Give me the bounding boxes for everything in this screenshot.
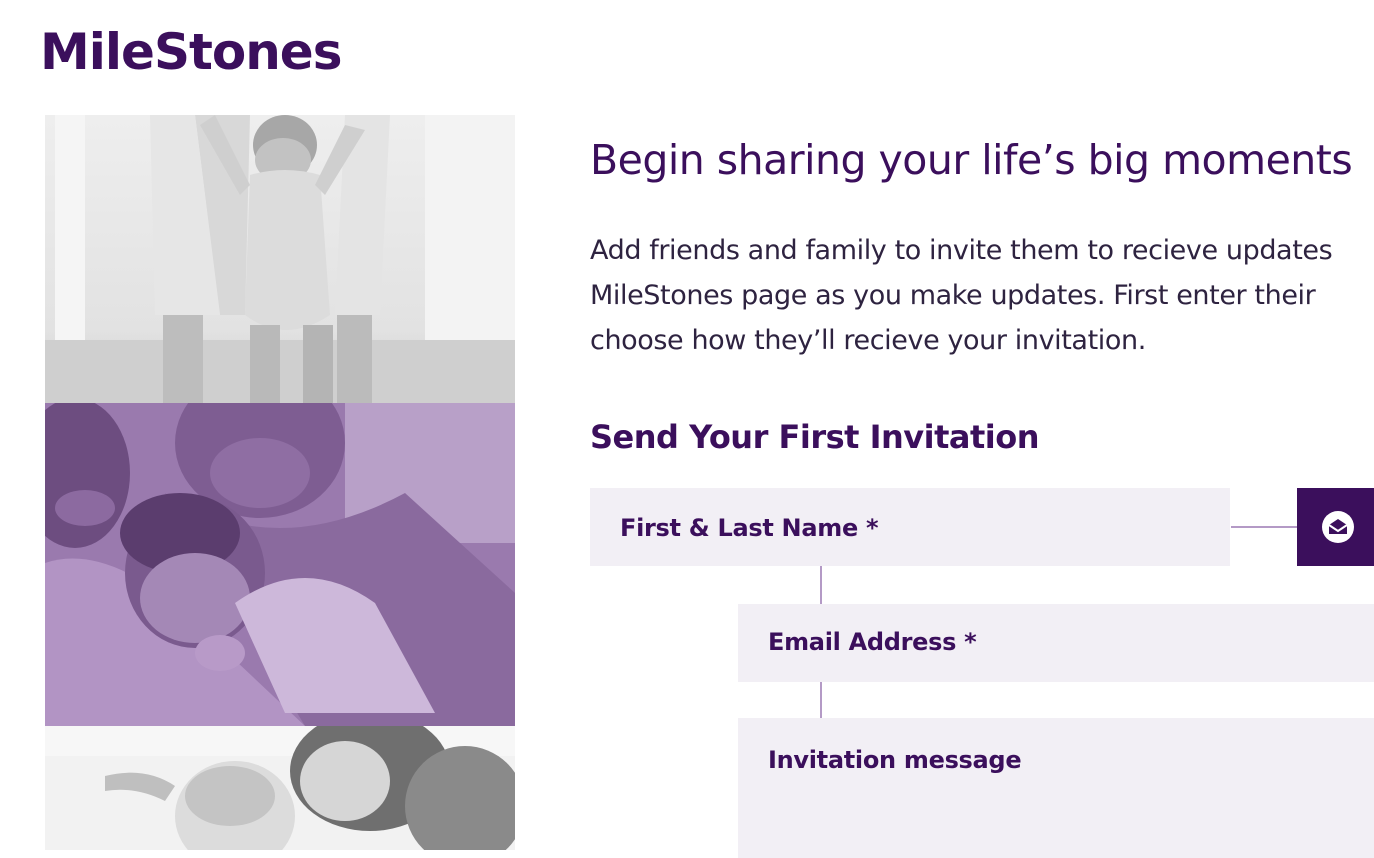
photo-parents-with-newborn [45, 403, 515, 726]
email-method-button[interactable] [1297, 488, 1374, 566]
app-logo[interactable]: MileStones [40, 22, 342, 82]
connector-line [820, 566, 822, 604]
email-field[interactable]: Email Address * [738, 604, 1374, 682]
page-headline: Begin sharing your life’s big moments [590, 136, 1353, 184]
email-field-label: Email Address * [768, 628, 977, 656]
name-field[interactable]: First & Last Name * [590, 488, 1230, 566]
intro-line: Add friends and family to invite them to… [590, 235, 1333, 266]
intro-line: MileStones page as you make updates. Fir… [590, 280, 1316, 311]
intro-line: choose how they’ll recieve your invitati… [590, 325, 1146, 356]
name-field-label: First & Last Name * [620, 514, 879, 542]
intro-paragraph: Add friends and family to invite them to… [590, 228, 1374, 363]
invitation-message-label: Invitation message [768, 746, 1022, 774]
photo-baby-walking [45, 115, 515, 403]
invitation-message-field[interactable]: Invitation message [738, 718, 1374, 858]
section-title: Send Your First Invitation [590, 418, 1040, 456]
envelope-icon [1322, 511, 1354, 543]
connector-line [820, 682, 822, 718]
photo-mother-with-baby [45, 726, 515, 850]
connector-line [1231, 526, 1297, 528]
